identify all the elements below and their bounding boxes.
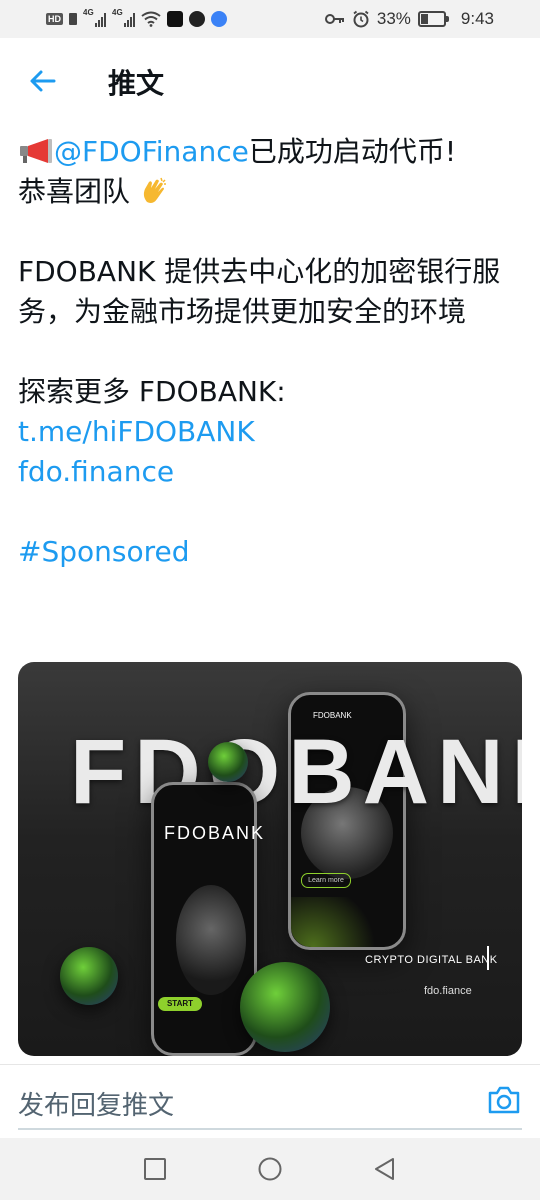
- alarm-icon: [353, 10, 369, 28]
- app-header: 推文: [0, 38, 540, 126]
- media-url: fdo.fiance: [424, 985, 472, 997]
- back-icon[interactable]: [372, 1156, 398, 1182]
- website-link[interactable]: fdo.finance: [18, 455, 174, 488]
- signal-icon: 4G: [112, 8, 135, 27]
- divider: [0, 1064, 540, 1065]
- megaphone-emoji-icon: [20, 139, 52, 163]
- tweet-text: 探索更多 FDOBANK:: [18, 375, 286, 408]
- learn-more-button: Learn more: [301, 873, 351, 888]
- reply-input-underline: [18, 1128, 522, 1130]
- mention-link[interactable]: @FDOFinance: [54, 135, 249, 168]
- tweet-text: FDOBANK 提供去中心化的加密银行服务，为金融市场提供更加安全的环境: [18, 255, 501, 328]
- media-tagline: CRYPTO DIGITAL BANK: [365, 954, 498, 966]
- sim-icon: [69, 13, 77, 25]
- hashtag-link[interactable]: #Sponsored: [18, 535, 190, 568]
- phone-glow: [291, 897, 403, 947]
- clapping-hands-emoji-icon: [143, 177, 166, 203]
- camera-icon[interactable]: [487, 1084, 521, 1116]
- media-headline: FDOBANK: [70, 721, 522, 823]
- system-nav-bar: [0, 1138, 540, 1200]
- hd-badge: HD: [46, 13, 63, 25]
- start-button: START: [158, 997, 202, 1011]
- tweet-body: @FDOFinance已成功启动代币! 恭喜团队 FDOBANK 提供去中心化的…: [18, 132, 528, 572]
- home-icon[interactable]: [257, 1156, 283, 1182]
- clock: 9:43: [460, 9, 494, 28]
- back-arrow-icon[interactable]: [28, 66, 58, 96]
- signal-icon: 4G: [83, 8, 106, 27]
- tweet-text: 已成功启动代币!: [248, 135, 457, 168]
- coin-orb: [208, 742, 248, 782]
- wifi-icon: [141, 11, 161, 27]
- app-notification-icon: [211, 11, 227, 27]
- recents-icon[interactable]: [142, 1156, 168, 1182]
- page-title: 推文: [108, 67, 165, 100]
- key-icon: [324, 14, 344, 24]
- app-notification-icon: [167, 11, 183, 27]
- tweet-text: 恭喜团队: [18, 175, 131, 208]
- coin-orb: [60, 947, 118, 1005]
- telegram-link[interactable]: t.me/hiFDOBANK: [18, 415, 255, 448]
- phone-brand: FDOBANK: [313, 711, 352, 720]
- status-bar: HD 4G 4G 33% 9:43: [0, 0, 540, 38]
- battery-percent: 33%: [376, 9, 411, 28]
- app-notification-icon: [189, 11, 205, 27]
- battery-icon: [417, 11, 449, 27]
- reply-input[interactable]: 发布回复推文: [18, 1085, 174, 1122]
- phone-brand: FDOBANK: [164, 823, 266, 843]
- coin-orb: [240, 962, 330, 1052]
- tweet-media-image[interactable]: FDOBANK Learn more FDOBANK FDOBANK START…: [18, 662, 522, 1056]
- phone-graphic: [176, 885, 246, 995]
